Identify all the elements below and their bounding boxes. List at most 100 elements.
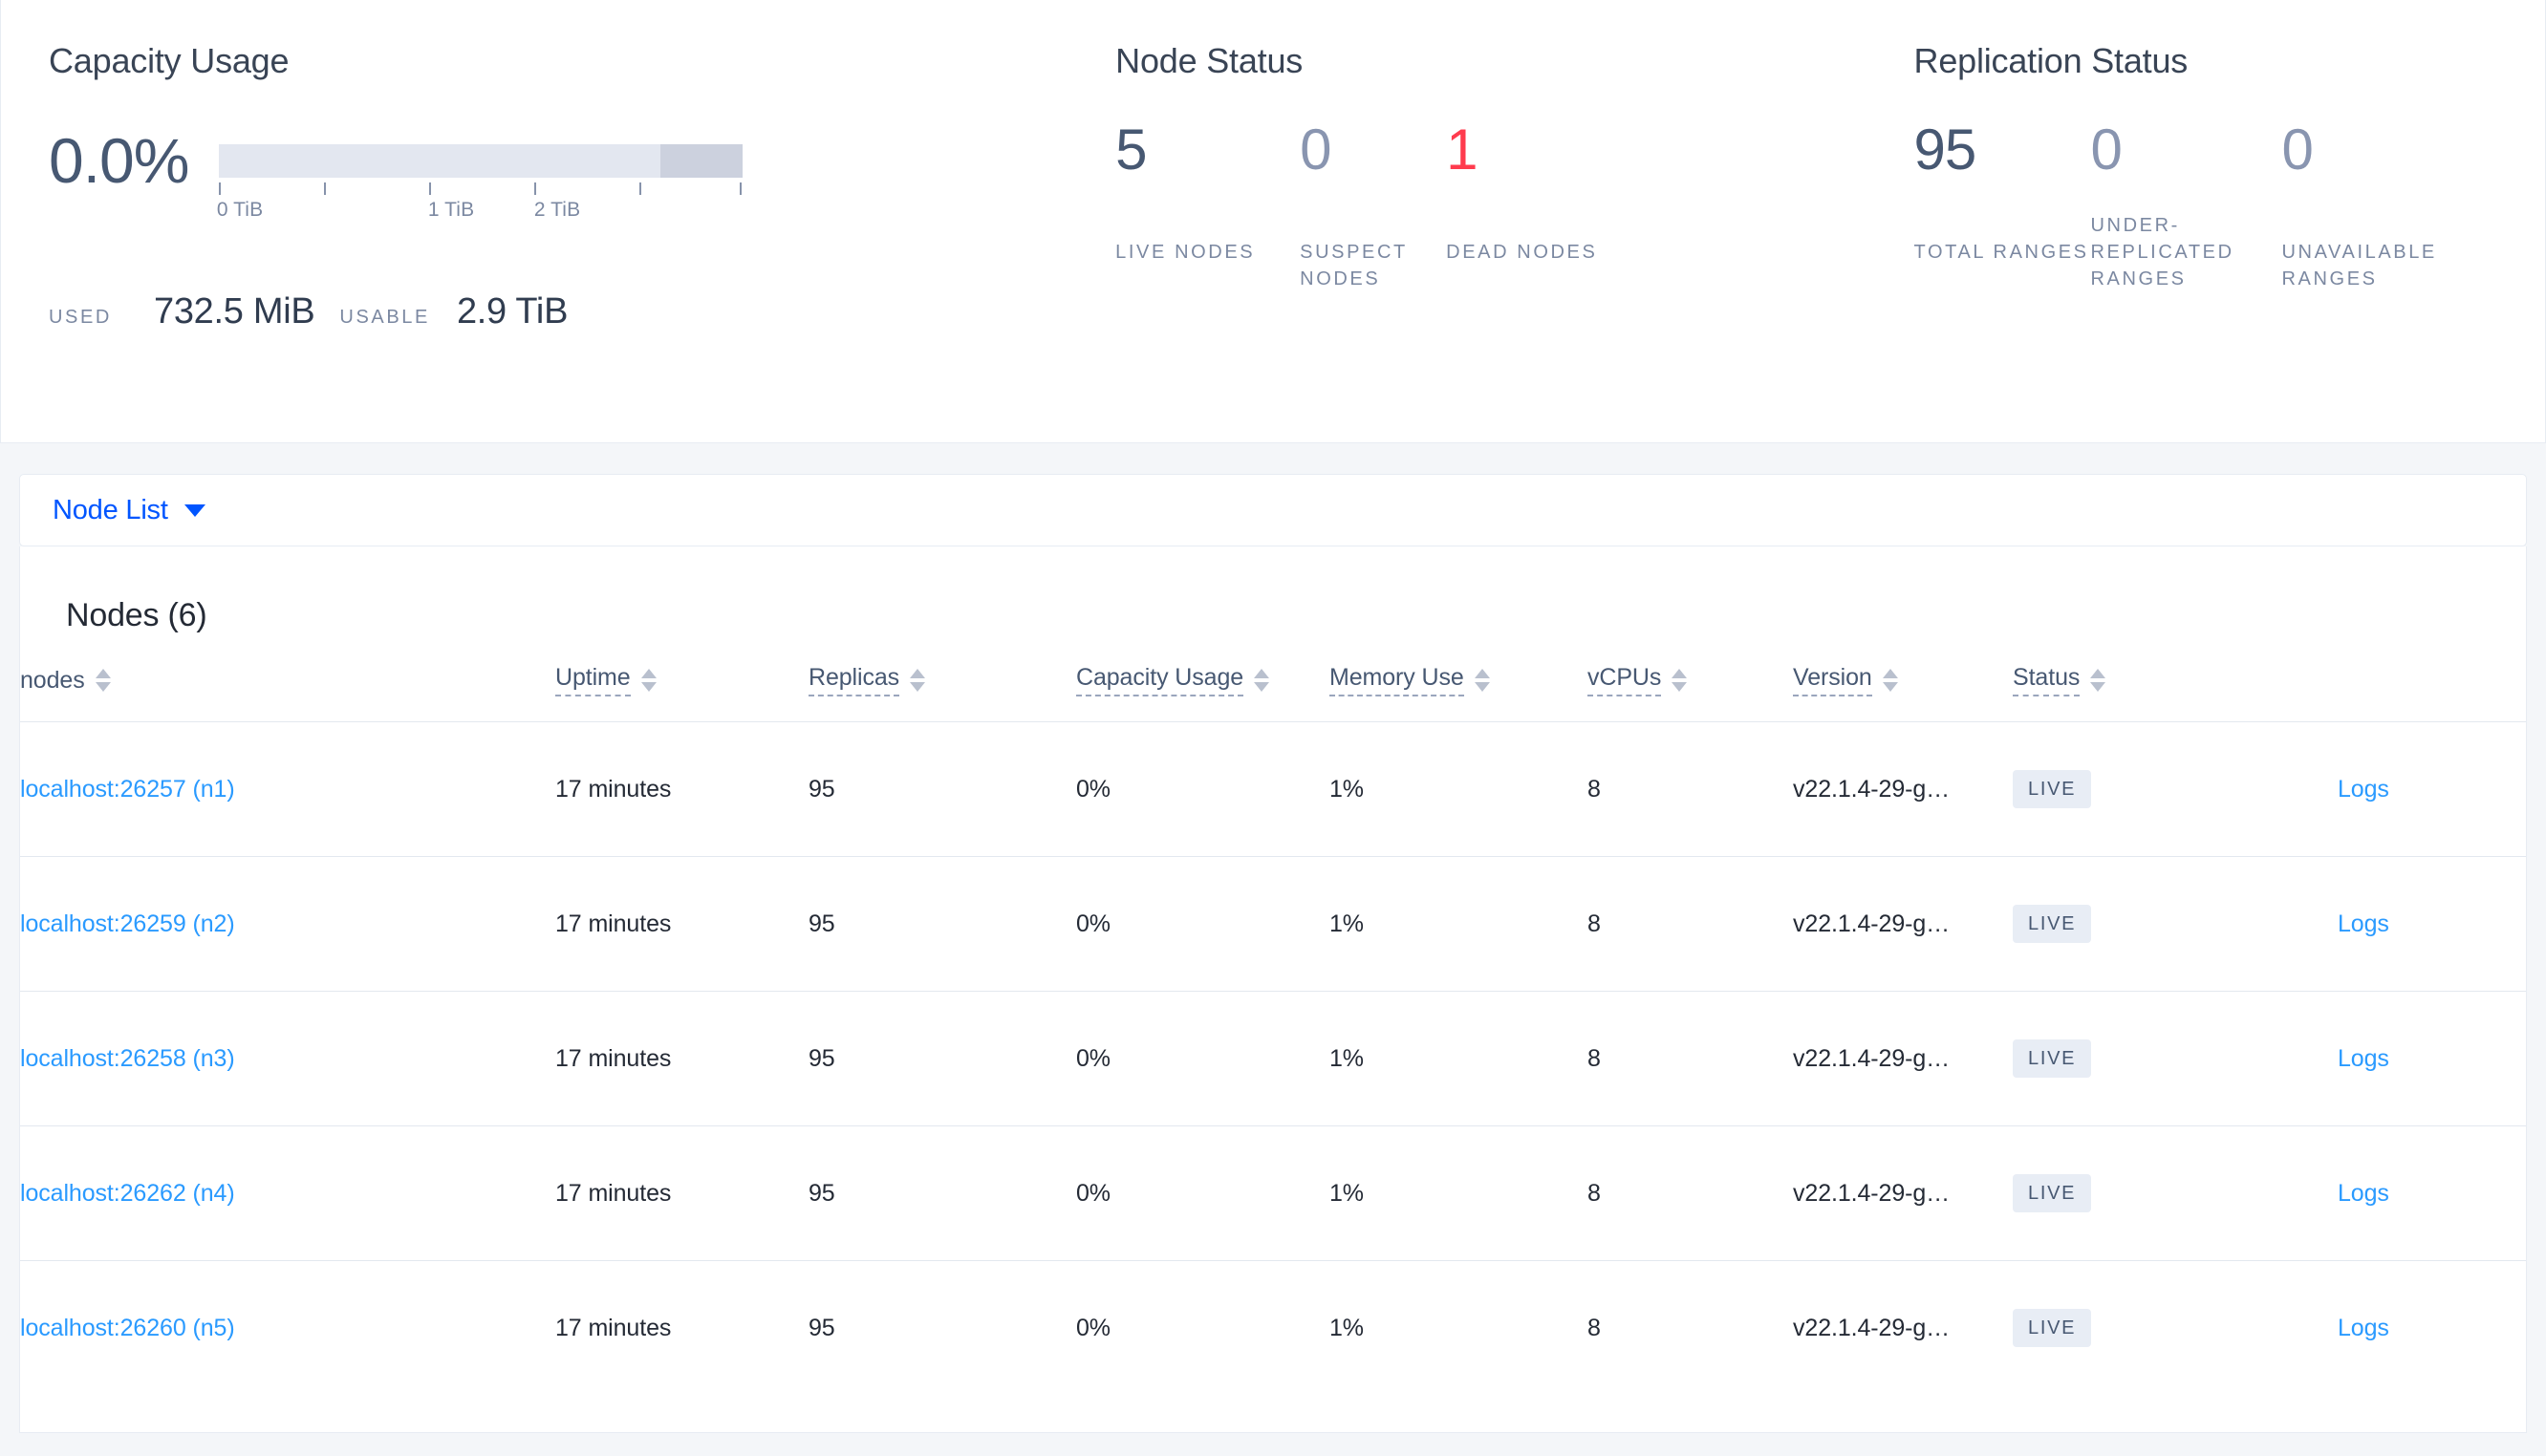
logs-link[interactable]: Logs [2338,910,2389,937]
status-badge: LIVE [2013,1039,2092,1078]
replication-status-stats: 95 TOTAL RANGES 0 UNDER-REPLICATED RANGE… [1913,117,2545,292]
cell-replicas: 95 [809,856,1076,992]
node-list-dropdown[interactable]: Node List [53,495,205,526]
sort-icon[interactable] [1672,669,1688,692]
cell-memory-use: 1% [1329,1125,1587,1261]
cell-memory-use: 1% [1329,991,1587,1126]
column-header-version-label: Version [1793,664,1872,696]
nodes-table: nodes Uptime Replicas Capacity Usage Mem… [20,664,2526,1395]
column-header-status-label: Status [2013,664,2080,696]
node-link[interactable]: localhost:26260 (n5) [20,1315,235,1341]
stat-total-ranges-value: 95 [1913,117,1977,182]
cell-status: LIVE [2013,721,2338,857]
cell-vcpus: 8 [1587,856,1793,992]
cell-memory-use: 1% [1329,721,1587,857]
cell-status: LIVE [2013,856,2338,992]
sort-icon[interactable] [640,669,657,692]
stat-live-nodes: 5 LIVE NODES [1115,117,1300,292]
column-header-capacity-usage[interactable]: Capacity Usage [1076,664,1329,722]
stat-unavailable-ranges-label: UNAVAILABLE RANGES [2281,241,2437,289]
column-header-uptime-label: Uptime [555,664,631,696]
cell-uptime: 17 minutes [555,721,809,857]
stat-dead-nodes-value: 1 [1446,117,1478,182]
cell-capacity-usage: 0% [1076,721,1329,857]
table-row: localhost:26259 (n2) 17 minutes 95 0% 1%… [20,856,2526,992]
cell-uptime: 17 minutes [555,991,809,1126]
node-link[interactable]: localhost:26262 (n4) [20,1180,235,1207]
nodes-table-header-row: nodes Uptime Replicas Capacity Usage Mem… [20,664,2526,722]
column-header-replicas-label: Replicas [809,664,899,696]
sort-icon[interactable] [95,669,111,692]
stat-total-ranges: 95 TOTAL RANGES [1913,117,2091,292]
logs-link[interactable]: Logs [2338,1045,2389,1072]
table-row: localhost:26262 (n4) 17 minutes 95 0% 1%… [20,1125,2526,1261]
capacity-bar-chart: 0 TiB 1 TiB 2 TiB [216,133,743,226]
capacity-bar-usable-fill [219,143,660,178]
axis-tick-label-0: 0 TiB [216,198,264,221]
logs-link[interactable]: Logs [2338,776,2389,803]
table-row: localhost:26260 (n5) 17 minutes 95 0% 1%… [20,1260,2526,1395]
cell-logs: Logs [2338,991,2526,1126]
cell-memory-use: 1% [1329,856,1587,992]
stat-dead-nodes-label: DEAD NODES [1446,241,1598,263]
sort-icon[interactable] [1882,669,1898,692]
cell-capacity-usage: 0% [1076,856,1329,992]
stat-live-nodes-value: 5 [1115,117,1147,182]
cell-vcpus: 8 [1587,721,1793,857]
cell-logs: Logs [2338,721,2526,857]
cell-logs: Logs [2338,1125,2526,1261]
node-link[interactable]: localhost:26257 (n1) [20,776,235,803]
axis-tick-label-1: 1 TiB [427,198,475,221]
cell-version: v22.1.4-29-g… [1793,1260,2013,1395]
stat-live-nodes-label: LIVE NODES [1115,241,1256,263]
column-header-uptime[interactable]: Uptime [555,664,809,722]
cell-capacity-usage: 0% [1076,1260,1329,1395]
stat-under-replicated-ranges: 0 UNDER-REPLICATED RANGES [2090,117,2282,292]
chevron-down-icon [183,503,205,517]
stat-unavailable-ranges: 0 UNAVAILABLE RANGES [2281,117,2473,292]
column-header-replicas[interactable]: Replicas [809,664,1076,722]
cell-version: v22.1.4-29-g… [1793,856,2013,992]
cell-memory-use: 1% [1329,1260,1587,1395]
stat-under-replicated-ranges-label: UNDER-REPLICATED RANGES [2090,214,2234,289]
cell-vcpus: 8 [1587,991,1793,1126]
cell-version: v22.1.4-29-g… [1793,1125,2013,1261]
cell-vcpus: 8 [1587,1260,1793,1395]
column-header-vcpus[interactable]: vCPUs [1587,664,1793,722]
node-list-selector-card: Node List [19,474,2527,546]
node-link[interactable]: localhost:26259 (n2) [20,910,235,937]
cell-status: LIVE [2013,1260,2338,1395]
column-header-nodes-label: nodes [20,666,85,694]
status-badge: LIVE [2013,905,2092,943]
column-header-version[interactable]: Version [1793,664,2013,722]
axis-tick [534,182,536,195]
nodes-table-title: Nodes (6) [66,597,207,633]
column-header-nodes[interactable]: nodes [20,664,555,722]
sort-icon[interactable] [2090,669,2106,692]
cell-replicas: 95 [809,1260,1076,1395]
stat-unavailable-ranges-value: 0 [2281,117,2314,182]
cell-version: v22.1.4-29-g… [1793,721,2013,857]
capacity-percent-value: 0.0% [49,124,189,196]
node-link[interactable]: localhost:26258 (n3) [20,1045,235,1072]
replication-status-title: Replication Status [1913,41,2189,80]
stat-dead-nodes: 1 DEAD NODES [1446,117,1599,292]
table-row: localhost:26257 (n1) 17 minutes 95 0% 1%… [20,721,2526,857]
logs-link[interactable]: Logs [2338,1315,2389,1341]
column-header-status[interactable]: Status [2013,664,2338,722]
status-badge: LIVE [2013,1309,2092,1347]
cell-uptime: 17 minutes [555,856,809,992]
stat-suspect-nodes: 0 SUSPECT NODES [1300,119,1446,292]
axis-tick-label-2: 2 TiB [533,198,581,221]
nodes-table-card: Nodes (6) nodes Uptime Replicas Capacity… [19,546,2527,1433]
sort-icon[interactable] [1474,669,1490,692]
axis-tick [324,182,326,195]
sort-icon[interactable] [1254,669,1270,692]
stat-under-replicated-ranges-value: 0 [2090,117,2123,182]
cell-logs: Logs [2338,1260,2526,1395]
column-header-capacity-usage-label: Capacity Usage [1076,664,1243,696]
column-header-memory-use[interactable]: Memory Use [1329,664,1587,722]
axis-tick [429,182,431,195]
logs-link[interactable]: Logs [2338,1180,2389,1207]
sort-icon[interactable] [910,669,926,692]
